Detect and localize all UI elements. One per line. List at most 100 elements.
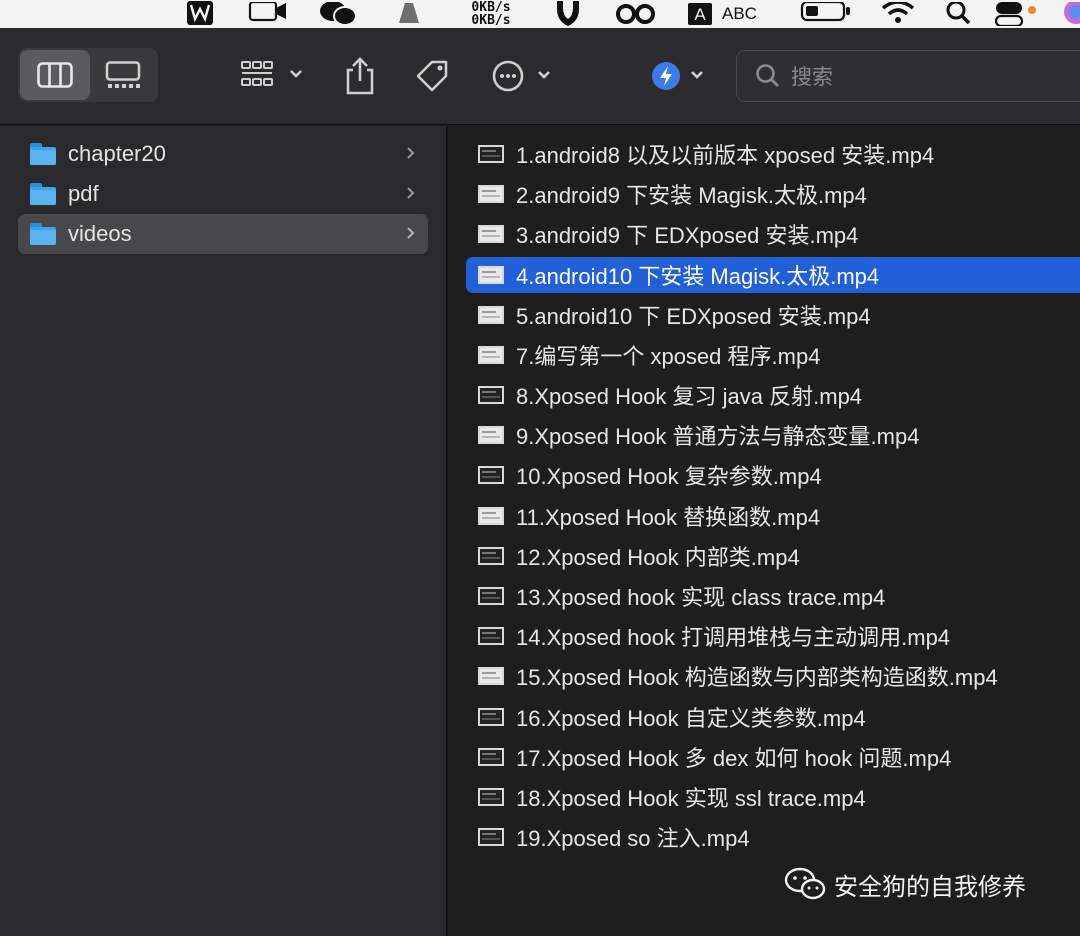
more-actions-button[interactable]: [488, 56, 558, 96]
chevron-right-icon: [406, 225, 416, 244]
file-row[interactable]: 15.Xposed Hook 构造函数与内部类构造函数.mp4: [466, 658, 1080, 694]
wps-icon[interactable]: [186, 0, 214, 28]
folder-name: pdf: [68, 181, 99, 206]
net-download: 0KB/s: [471, 13, 511, 28]
video-thumbnail-icon: [478, 266, 504, 284]
folder-name: chapter20: [68, 141, 166, 166]
file-name: 16.Xposed Hook 自定义类参数.mp4: [516, 706, 866, 731]
file-row[interactable]: 1.android8 以及以前版本 xposed 安装.mp4: [466, 136, 1080, 172]
file-name: 12.Xposed Hook 内部类.mp4: [516, 545, 800, 570]
file-row[interactable]: 16.Xposed Hook 自定义类参数.mp4: [466, 699, 1080, 735]
camera-icon[interactable]: [248, 0, 288, 28]
file-row[interactable]: 7.编写第一个 xposed 程序.mp4: [466, 337, 1080, 373]
file-row[interactable]: 17.Xposed Hook 多 dex 如何 hook 问题.mp4: [466, 739, 1080, 775]
file-list: 1.android8 以及以前版本 xposed 安装.mp4 2.androi…: [448, 126, 1080, 936]
file-name: 17.Xposed Hook 多 dex 如何 hook 问题.mp4: [516, 746, 952, 771]
file-row[interactable]: 2.android9 下安装 Magisk.太极.mp4: [466, 176, 1080, 212]
file-row[interactable]: 19.Xposed so 注入.mp4: [466, 819, 1080, 855]
chevron-right-icon: [406, 145, 416, 164]
file-name: 18.Xposed Hook 实现 ssl trace.mp4: [516, 786, 866, 811]
file-name: 19.Xposed so 注入.mp4: [516, 826, 750, 851]
tag-icon[interactable]: [410, 56, 454, 96]
file-name: 7.编写第一个 xposed 程序.mp4: [516, 344, 821, 369]
folder-icon: [30, 183, 56, 205]
search-icon: [755, 63, 781, 89]
file-name: 1.android8 以及以前版本 xposed 安装.mp4: [516, 143, 935, 168]
file-row[interactable]: 5.android10 下 EDXposed 安装.mp4: [466, 297, 1080, 333]
watermark-text: 安全狗的自我修养: [834, 872, 1026, 901]
video-thumbnail-icon: [478, 346, 504, 364]
file-row[interactable]: 18.Xposed Hook 实现 ssl trace.mp4: [466, 779, 1080, 815]
video-thumbnail-icon: [478, 386, 504, 404]
network-speed: 0KB/s 0KB/s: [456, 0, 526, 28]
finder-toolbar: 搜索: [0, 28, 1080, 125]
file-name: 15.Xposed Hook 构造函数与内部类构造函数.mp4: [516, 665, 998, 690]
folder-row-pdf[interactable]: pdf: [18, 174, 428, 214]
video-thumbnail-icon: [478, 708, 504, 726]
video-thumbnail-icon: [478, 627, 504, 645]
file-row-selected[interactable]: 4.android10 下安装 Magisk.太极.mp4: [466, 257, 1080, 293]
spotlight-icon[interactable]: [944, 0, 974, 28]
file-name: 14.Xposed hook 打调用堆栈与主动调用.mp4: [516, 625, 951, 650]
video-thumbnail-icon: [478, 185, 504, 203]
file-name: 9.Xposed Hook 普通方法与静态变量.mp4: [516, 424, 920, 449]
video-thumbnail-icon: [478, 547, 504, 565]
wechat-logo-icon: [784, 866, 826, 902]
video-thumbnail-icon: [478, 426, 504, 444]
app-icon[interactable]: [394, 0, 424, 28]
link-app-icon[interactable]: [614, 0, 658, 28]
video-thumbnail-icon: [478, 225, 504, 243]
file-row[interactable]: 8.Xposed Hook 复习 java 反射.mp4: [466, 377, 1080, 413]
file-row[interactable]: 12.Xposed Hook 内部类.mp4: [466, 538, 1080, 574]
battery-icon[interactable]: [800, 0, 852, 28]
video-thumbnail-icon: [478, 587, 504, 605]
file-row[interactable]: 11.Xposed Hook 替换函数.mp4: [466, 498, 1080, 534]
video-thumbnail-icon: [478, 507, 504, 525]
wifi-icon[interactable]: [880, 0, 916, 28]
video-thumbnail-icon: [478, 748, 504, 766]
folder-icon: [30, 143, 56, 165]
column-view-button[interactable]: [20, 50, 90, 100]
file-name: 8.Xposed Hook 复习 java 反射.mp4: [516, 384, 863, 409]
file-name: 4.android10 下安装 Magisk.太极.mp4: [516, 264, 880, 289]
video-thumbnail-icon: [478, 306, 504, 324]
file-row[interactable]: 14.Xposed hook 打调用堆栈与主动调用.mp4: [466, 618, 1080, 654]
search-field[interactable]: 搜索: [736, 50, 1080, 102]
watermark: 安全狗的自我修养: [784, 866, 1026, 902]
folder-row-chapter20[interactable]: chapter20: [18, 134, 428, 174]
video-thumbnail-icon: [478, 667, 504, 685]
input-source-letter: A: [688, 3, 712, 25]
file-name: 2.android9 下安装 Magisk.太极.mp4: [516, 183, 867, 208]
shield-icon[interactable]: [554, 0, 582, 28]
siri-icon[interactable]: [1058, 0, 1080, 28]
wechat-icon[interactable]: [318, 0, 358, 28]
video-thumbnail-icon: [478, 788, 504, 806]
file-name: 11.Xposed Hook 替换函数.mp4: [516, 505, 821, 530]
folder-column: chapter20 pdf videos: [0, 126, 446, 936]
input-source[interactable]: A ABC: [688, 0, 768, 28]
view-mode-selector: [18, 48, 158, 102]
control-center-icon[interactable]: [994, 0, 1044, 28]
folder-icon: [30, 223, 56, 245]
video-thumbnail-icon: [478, 466, 504, 484]
quick-action-button[interactable]: [646, 56, 712, 96]
search-placeholder: 搜索: [791, 65, 833, 89]
group-by-button[interactable]: [238, 56, 310, 96]
file-row[interactable]: 13.Xposed hook 实现 class trace.mp4: [466, 578, 1080, 614]
file-name: 10.Xposed Hook 复杂参数.mp4: [516, 464, 822, 489]
folder-row-videos[interactable]: videos: [18, 214, 428, 254]
file-row[interactable]: 3.android9 下 EDXposed 安装.mp4: [466, 216, 1080, 252]
file-row[interactable]: 10.Xposed Hook 复杂参数.mp4: [466, 457, 1080, 493]
file-name: 13.Xposed hook 实现 class trace.mp4: [516, 585, 886, 610]
video-thumbnail-icon: [478, 828, 504, 846]
file-name: 3.android9 下 EDXposed 安装.mp4: [516, 223, 859, 248]
file-name: 5.android10 下 EDXposed 安装.mp4: [516, 304, 871, 329]
video-thumbnail-icon: [478, 145, 504, 163]
gallery-view-button[interactable]: [90, 50, 156, 100]
folder-name: videos: [68, 221, 132, 246]
file-row[interactable]: 9.Xposed Hook 普通方法与静态变量.mp4: [466, 417, 1080, 453]
share-icon[interactable]: [340, 54, 380, 98]
input-source-label: ABC: [722, 4, 757, 23]
menu-bar: 0KB/s 0KB/s A ABC: [0, 0, 1080, 28]
chevron-right-icon: [406, 185, 416, 204]
